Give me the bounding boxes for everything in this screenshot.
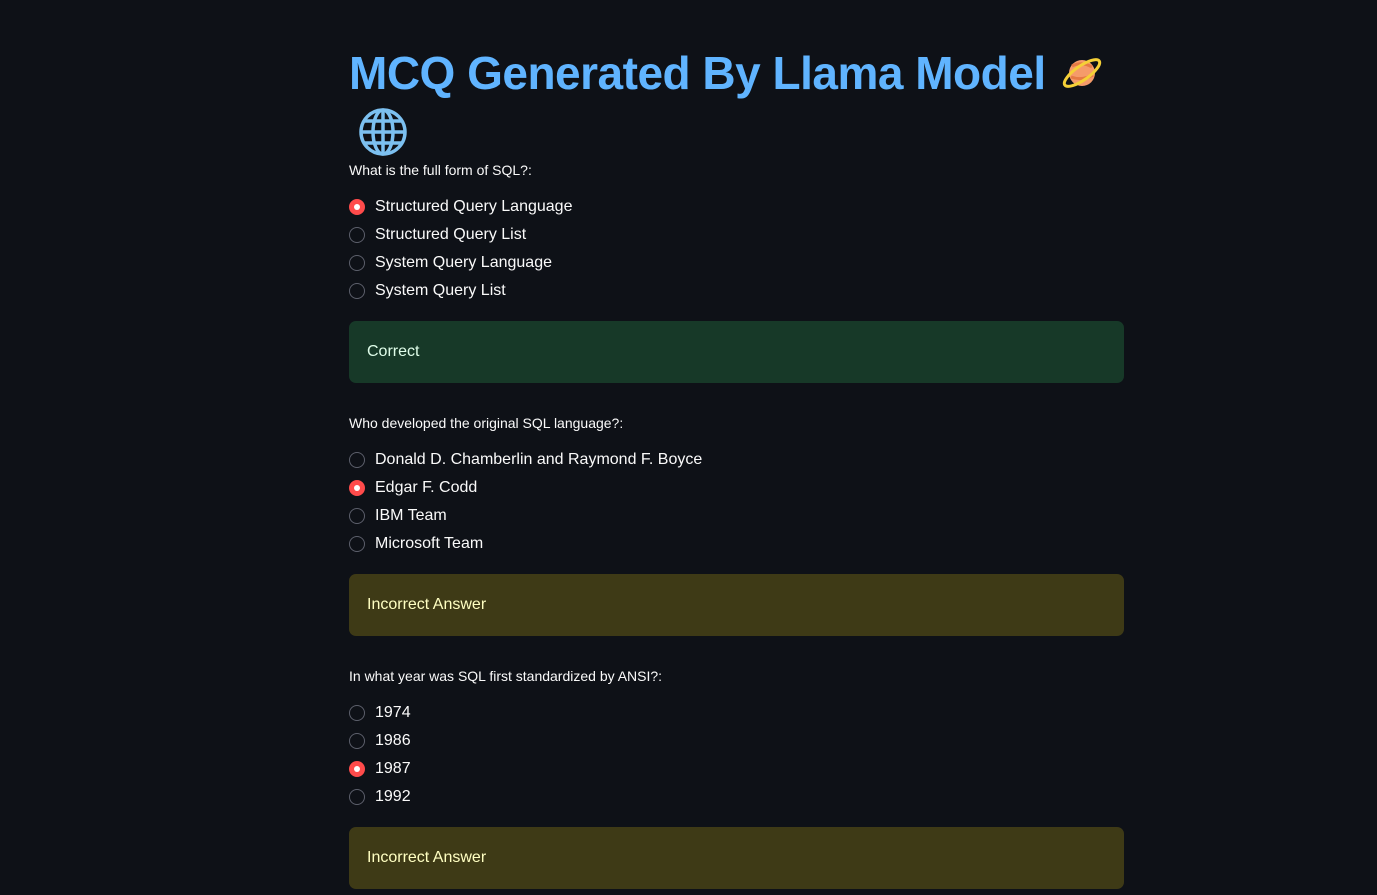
question-block: Who developed the original SQL language?… xyxy=(349,413,1124,636)
ringed-planet-icon xyxy=(1060,48,1104,106)
radio-option[interactable]: Edgar F. Codd xyxy=(349,474,1124,502)
radio-button[interactable] xyxy=(349,704,365,721)
page-title: MCQ Generated By Llama Model xyxy=(349,0,1124,106)
warning-alert: Incorrect Answer xyxy=(349,573,1124,636)
questions-list: What is the full form of SQL?: Structured… xyxy=(349,160,1124,889)
question-block: What is the full form of SQL?: Structured… xyxy=(349,160,1124,383)
radio-group: 1974 1986 1987 1992 xyxy=(349,699,1124,811)
main-container: MCQ Generated By Llama Model What is the… xyxy=(349,0,1124,889)
warning-alert: Incorrect Answer xyxy=(349,826,1124,889)
globe-row xyxy=(349,106,1124,166)
radio-option-label: Microsoft Team xyxy=(375,534,484,552)
radio-option[interactable]: Donald D. Chamberlin and Raymond F. Boyc… xyxy=(349,446,1124,474)
alert-text: Incorrect Answer xyxy=(367,848,487,866)
radio-button[interactable] xyxy=(349,507,365,524)
radio-group: Donald D. Chamberlin and Raymond F. Boyc… xyxy=(349,446,1124,558)
radio-option-label: Edgar F. Codd xyxy=(375,478,478,496)
radio-option[interactable]: 1974 xyxy=(349,699,1124,727)
radio-button[interactable] xyxy=(349,788,365,805)
radio-button-selected[interactable] xyxy=(349,760,365,777)
question-label: In what year was SQL first standardized … xyxy=(349,667,663,684)
radio-option-label: System Query List xyxy=(375,281,506,299)
radio-option-label: System Query Language xyxy=(375,253,552,271)
radio-option[interactable]: 1992 xyxy=(349,783,1124,811)
radio-option-label: 1986 xyxy=(375,731,411,749)
radio-button[interactable] xyxy=(349,535,365,552)
radio-option-label: 1987 xyxy=(375,759,411,777)
success-alert: Correct xyxy=(349,320,1124,383)
radio-button-selected[interactable] xyxy=(349,479,365,496)
page-title-text: MCQ Generated By Llama Model xyxy=(349,47,1046,99)
radio-button[interactable] xyxy=(349,254,365,271)
radio-option[interactable]: Microsoft Team xyxy=(349,530,1124,558)
radio-button[interactable] xyxy=(349,732,365,749)
radio-option[interactable]: 1987 xyxy=(349,755,1124,783)
radio-option[interactable]: Structured Query Language xyxy=(349,193,1124,221)
radio-option-label: IBM Team xyxy=(375,506,447,524)
radio-option-label: Structured Query List xyxy=(375,225,527,243)
question-label: What is the full form of SQL?: xyxy=(349,161,532,178)
question-block: In what year was SQL first standardized … xyxy=(349,666,1124,889)
alert-text: Incorrect Answer xyxy=(367,595,487,613)
radio-button-selected[interactable] xyxy=(349,198,365,215)
radio-option[interactable]: System Query Language xyxy=(349,249,1124,277)
alert-text: Correct xyxy=(367,342,420,360)
radio-button[interactable] xyxy=(349,282,365,299)
question-spacer xyxy=(349,383,1124,413)
radio-option[interactable]: IBM Team xyxy=(349,502,1124,530)
radio-button[interactable] xyxy=(349,451,365,468)
radio-option[interactable]: System Query List xyxy=(349,277,1124,305)
question-label: Who developed the original SQL language?… xyxy=(349,414,624,431)
radio-option-label: Donald D. Chamberlin and Raymond F. Boyc… xyxy=(375,450,703,468)
radio-option-label: 1992 xyxy=(375,787,411,805)
radio-option-label: Structured Query Language xyxy=(375,197,573,215)
radio-group: Structured Query Language Structured Quer… xyxy=(349,193,1124,305)
radio-option-label: 1974 xyxy=(375,703,411,721)
radio-option[interactable]: 1986 xyxy=(349,727,1124,755)
radio-option[interactable]: Structured Query List xyxy=(349,221,1124,249)
radio-button[interactable] xyxy=(349,226,365,243)
question-spacer xyxy=(349,636,1124,666)
